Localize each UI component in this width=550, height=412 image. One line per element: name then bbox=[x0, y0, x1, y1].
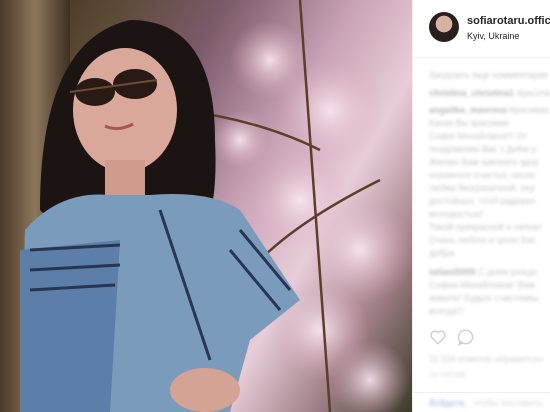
comment-line: Софія Михайлівна!!! От bbox=[429, 131, 528, 141]
comment-line: любви безграничной, пер bbox=[429, 183, 536, 193]
heart-icon[interactable] bbox=[429, 328, 447, 346]
post-header: sofiarotaru.official Kyiv, Ukraine bbox=[413, 0, 550, 58]
comment-line: Очень люблю и ценю Вас bbox=[429, 235, 537, 245]
comment-text: Красота bbox=[516, 88, 550, 98]
login-prompt: Войдите, чтобы поставить bbox=[413, 392, 550, 412]
comment-line: молодостью! bbox=[429, 209, 483, 219]
username-link[interactable]: sofiarotaru.official bbox=[467, 15, 550, 27]
login-text: чтобы поставить bbox=[473, 398, 543, 408]
comment-line: всегда!!! bbox=[429, 306, 464, 316]
location-link[interactable]: Kyiv, Ukraine bbox=[467, 31, 519, 41]
comment-line: живите! Будьте счастливы bbox=[429, 293, 539, 303]
comment-user[interactable]: tatiani5005 bbox=[429, 267, 476, 277]
load-more-comments[interactable]: Загрузить еще комментарии bbox=[429, 70, 548, 80]
comment-line: Такой прекрасной и неповт bbox=[429, 222, 543, 232]
likes-count[interactable]: 11 034 отметок «Нравится» bbox=[429, 354, 543, 364]
comment-icon[interactable] bbox=[457, 328, 475, 347]
comment-line: tatiani5005 С днём рожде bbox=[429, 266, 550, 279]
post-sidebar: sofiarotaru.official Kyiv, Ukraine Загру… bbox=[412, 0, 550, 412]
comment-line: Софии Михайловне! Вам bbox=[429, 280, 535, 290]
comment-line: angelika_mavrova Красивая bbox=[429, 104, 550, 117]
comment-line: добра bbox=[429, 248, 455, 258]
comment-line: Какая Вы красивая bbox=[429, 118, 509, 128]
comment-line: достойных, чтоб радовал bbox=[429, 196, 536, 206]
comment-text: С днём рожде bbox=[478, 267, 538, 277]
photo-illustration bbox=[0, 0, 412, 412]
post-time: 14 ЧАСОВ bbox=[429, 372, 467, 379]
post-photo[interactable] bbox=[0, 0, 412, 412]
avatar[interactable] bbox=[429, 12, 459, 42]
comment-line: Желаю Вам крепкого здор bbox=[429, 157, 539, 167]
comment-line: christina_christina1 Красота bbox=[429, 87, 550, 100]
comment-user[interactable]: angelika_mavrova bbox=[429, 105, 507, 115]
comment-line: огромного счастья, неско bbox=[429, 170, 535, 180]
login-link[interactable]: Войдите, bbox=[429, 398, 467, 408]
comment-user[interactable]: christina_christina1 bbox=[429, 88, 514, 98]
comment-line: поздравляю Вас з Днём р bbox=[429, 144, 537, 154]
comment-text: Красивая bbox=[509, 105, 549, 115]
